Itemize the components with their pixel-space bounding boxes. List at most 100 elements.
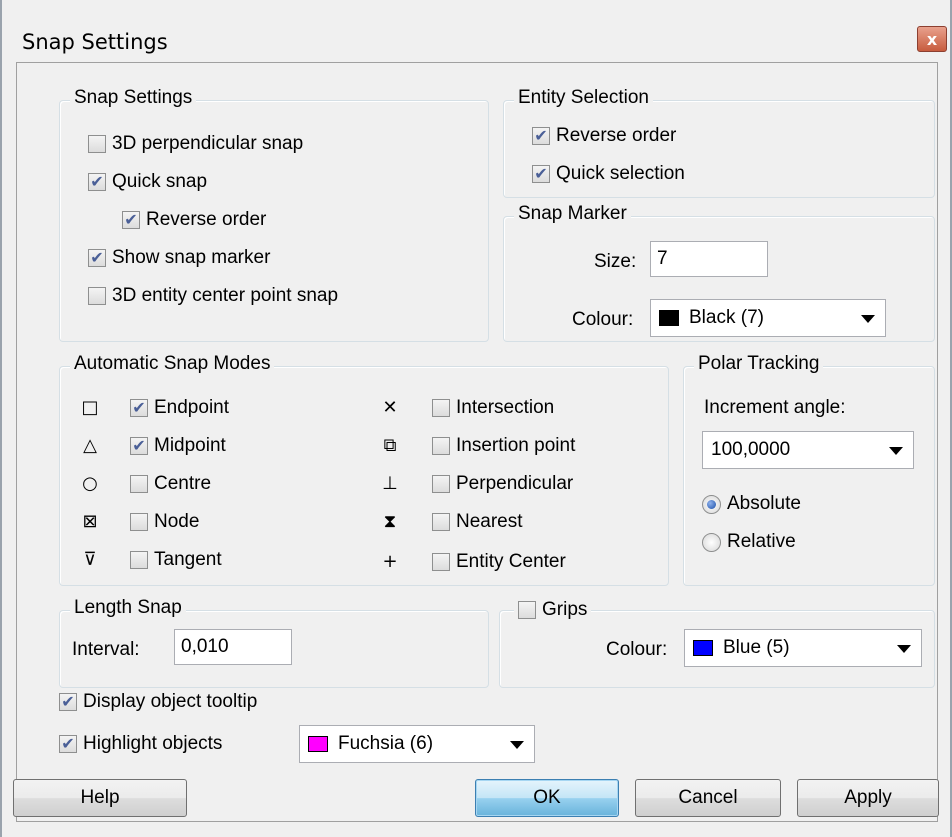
tangent-checkbox[interactable]: Tangent — [130, 549, 222, 571]
ok-button[interactable]: OK — [475, 779, 619, 817]
nearest-checkbox[interactable]: Nearest — [432, 511, 523, 533]
help-button[interactable]: Help — [13, 779, 187, 817]
checkbox-box[interactable] — [59, 693, 77, 711]
dialog-title: Snap Settings — [22, 30, 168, 54]
dialog-body: Snap Settings 3D perpendicular snap Quic… — [13, 62, 939, 822]
radio-label: Relative — [727, 531, 796, 552]
marker-colour-select[interactable]: Black (7) — [650, 299, 886, 337]
checkbox-box[interactable] — [432, 437, 450, 455]
endpoint-checkbox[interactable]: Endpoint — [130, 397, 229, 419]
checkbox-box[interactable] — [88, 249, 106, 267]
insertion-point-checkbox[interactable]: Insertion point — [432, 435, 575, 457]
entity-center-point-snap-checkbox[interactable]: 3D entity center point snap — [88, 285, 338, 307]
checkbox-label: Tangent — [154, 549, 222, 570]
close-button[interactable]: x — [917, 26, 947, 52]
grips-colour-select[interactable]: Blue (5) — [684, 629, 922, 667]
help-button-label: Help — [80, 787, 120, 808]
checkbox-box[interactable] — [88, 287, 106, 305]
increment-angle-label: Increment angle: — [704, 397, 846, 418]
checkbox-label: 3D entity center point snap — [112, 285, 339, 306]
apply-button[interactable]: Apply — [797, 779, 939, 817]
node-checkbox[interactable]: Node — [130, 511, 199, 533]
checkbox-label: Centre — [154, 473, 212, 494]
automatic-snap-modes-legend: Automatic Snap Modes — [70, 353, 275, 375]
selection-reverse-order-checkbox[interactable]: Reverse order — [532, 125, 676, 147]
checkbox-box[interactable] — [130, 513, 148, 531]
checkbox-label: Entity Center — [456, 551, 566, 572]
relative-radio[interactable]: Relative — [702, 531, 796, 553]
checkbox-label: Show snap marker — [112, 247, 271, 268]
marker-size-input[interactable]: 7 — [650, 241, 768, 277]
entity-selection-group: Entity Selection Reverse order Quick sel… — [503, 87, 935, 198]
checkbox-box[interactable] — [432, 553, 450, 571]
chevron-down-icon — [510, 741, 524, 749]
checkbox-box[interactable] — [88, 173, 106, 191]
snap-reverse-order-checkbox[interactable]: Reverse order — [122, 209, 266, 231]
radio-button[interactable] — [702, 532, 721, 552]
colour-swatch — [308, 736, 328, 752]
highlight-objects-checkbox[interactable]: Highlight objects — [59, 733, 222, 755]
centre-icon: ○ — [82, 473, 98, 494]
checkbox-label: Grips — [542, 599, 588, 620]
polar-tracking-legend: Polar Tracking — [694, 353, 824, 375]
chevron-down-icon — [889, 447, 903, 455]
perpendicular-snap-checkbox[interactable]: 3D perpendicular snap — [88, 133, 303, 155]
checkbox-label: Intersection — [456, 397, 555, 418]
checkbox-label: Midpoint — [154, 435, 226, 456]
grips-colour-label: Colour: — [606, 639, 668, 660]
intersection-checkbox[interactable]: Intersection — [432, 397, 554, 419]
checkbox-label: Perpendicular — [456, 473, 574, 494]
checkbox-box[interactable] — [59, 735, 77, 753]
radio-button[interactable] — [702, 494, 721, 514]
checkbox-box[interactable] — [130, 399, 148, 417]
checkbox-box[interactable] — [130, 551, 148, 569]
checkbox-label: Reverse order — [556, 125, 677, 146]
display-tooltip-checkbox[interactable]: Display object tooltip — [59, 691, 257, 713]
length-snap-group: Length Snap Interval: 0,010 — [59, 597, 489, 688]
checkbox-box[interactable] — [122, 211, 140, 229]
interval-input[interactable]: 0,010 — [174, 629, 292, 665]
apply-button-label: Apply — [844, 787, 892, 808]
colour-swatch — [659, 310, 679, 326]
entity-center-checkbox[interactable]: Entity Center — [432, 551, 566, 573]
absolute-radio[interactable]: Absolute — [702, 493, 801, 515]
checkbox-label: Display object tooltip — [83, 691, 258, 712]
quick-selection-checkbox[interactable]: Quick selection — [532, 163, 685, 185]
chevron-down-icon — [897, 645, 911, 653]
snap-marker-group: Snap Marker Size: 7 Colour: Black (7) — [503, 203, 935, 342]
checkbox-label: Endpoint — [154, 397, 230, 418]
midpoint-icon: △ — [83, 435, 97, 456]
checkbox-box[interactable] — [532, 127, 550, 145]
polar-tracking-group: Polar Tracking Increment angle: 100,0000… — [683, 353, 935, 586]
colour-label: Colour: — [572, 309, 634, 330]
checkbox-box[interactable] — [432, 399, 450, 417]
interval-label: Interval: — [72, 639, 140, 660]
size-label: Size: — [594, 251, 637, 272]
grips-colour-value: Blue (5) — [723, 637, 790, 658]
checkbox-box[interactable] — [432, 475, 450, 493]
grips-group: Grips Colour: Blue (5) — [499, 599, 935, 688]
checkbox-box[interactable] — [130, 475, 148, 493]
endpoint-icon: □ — [81, 397, 99, 418]
show-snap-marker-checkbox[interactable]: Show snap marker — [88, 247, 270, 269]
checkbox-box[interactable] — [130, 437, 148, 455]
cancel-button[interactable]: Cancel — [635, 779, 781, 817]
checkbox-box[interactable] — [88, 135, 106, 153]
checkbox-label: Quick snap — [112, 171, 208, 192]
highlight-colour-select[interactable]: Fuchsia (6) — [299, 725, 535, 763]
checkbox-box[interactable] — [532, 165, 550, 183]
snap-marker-legend: Snap Marker — [514, 203, 631, 225]
snap-settings-dialog: Snap Settings x Snap Settings 3D perpend… — [0, 0, 952, 837]
checkbox-box[interactable] — [518, 601, 536, 619]
marker-colour-value: Black (7) — [689, 307, 764, 328]
checkbox-box[interactable] — [432, 513, 450, 531]
intersection-icon: ✕ — [382, 397, 398, 418]
perpendicular-checkbox[interactable]: Perpendicular — [432, 473, 573, 495]
quick-snap-checkbox[interactable]: Quick snap — [88, 171, 207, 193]
perpendicular-icon: ⊥ — [382, 473, 398, 494]
midpoint-checkbox[interactable]: Midpoint — [130, 435, 226, 457]
ok-button-label: OK — [533, 787, 561, 808]
grips-checkbox[interactable]: Grips — [514, 599, 592, 621]
increment-angle-select[interactable]: 100,0000 — [702, 431, 914, 469]
centre-checkbox[interactable]: Centre — [130, 473, 211, 495]
